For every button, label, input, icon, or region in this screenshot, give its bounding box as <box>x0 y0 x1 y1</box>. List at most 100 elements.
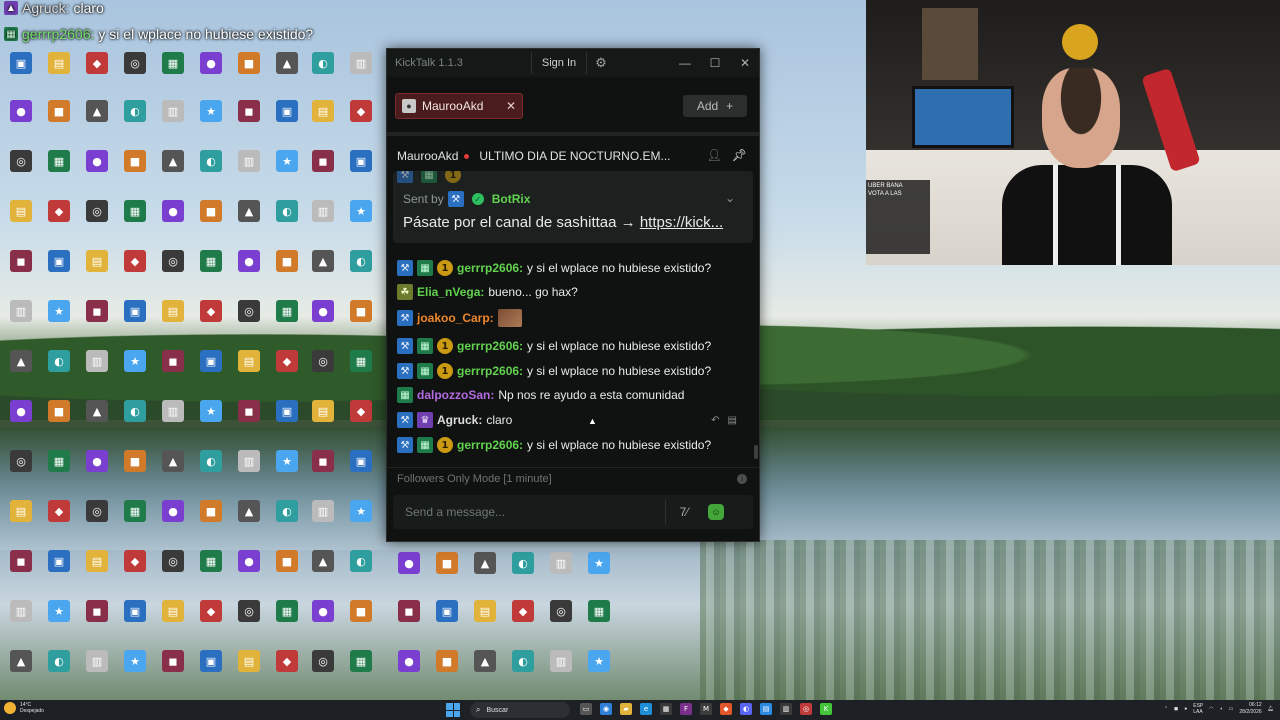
pinned-link[interactable]: https://kick... <box>640 214 723 231</box>
desktop-icon[interactable]: ▤ <box>4 200 38 222</box>
desktop-icon[interactable]: ▤ <box>80 250 114 272</box>
desktop-icon[interactable]: ▣ <box>42 550 76 572</box>
copy-icon[interactable]: ▤ <box>728 415 737 426</box>
desktop-icon[interactable]: ▣ <box>194 350 228 372</box>
desktop-icon[interactable]: ◼ <box>4 550 38 572</box>
reply-icon[interactable]: ↶ <box>711 415 719 426</box>
chat-message[interactable]: ⚒ ▦ 1 gerrrp2606: y si el wplace no hubiese … <box>397 360 751 382</box>
desktop-icon[interactable]: ◐ <box>118 400 152 422</box>
desktop-icon[interactable]: ■ <box>344 600 378 622</box>
desktop-icon[interactable]: ▲ <box>270 52 304 74</box>
desktop-icon[interactable]: ◼ <box>232 400 266 422</box>
desktop-icon[interactable]: ▥ <box>306 500 340 522</box>
edge-icon[interactable]: e <box>640 703 652 715</box>
desktop-icon[interactable]: ▣ <box>118 600 152 622</box>
chat-message[interactable]: ⚒ ♛ Agruck: claro ↶ ▤ <box>397 409 751 431</box>
desktop-icon[interactable]: ◼ <box>80 600 114 622</box>
app-tray-icon[interactable]: ◼ <box>1174 706 1178 712</box>
close-tab-icon[interactable]: ✕ <box>506 99 516 113</box>
desktop-icon[interactable]: ◆ <box>42 200 76 222</box>
desktop-icon[interactable]: ▲ <box>156 450 190 472</box>
desktop-icon[interactable]: ● <box>194 52 228 74</box>
desktop-icon[interactable]: ◐ <box>42 650 76 672</box>
desktop-icon[interactable]: ◆ <box>80 52 114 74</box>
desktop-icon[interactable]: ■ <box>344 300 378 322</box>
copilot-icon[interactable]: ◉ <box>600 703 612 715</box>
app-icon[interactable]: ▥ <box>780 703 792 715</box>
desktop-icon[interactable]: ● <box>80 150 114 172</box>
desktop-icon[interactable]: ● <box>392 650 426 672</box>
desktop-icon[interactable]: ▥ <box>544 552 578 574</box>
desktop-icon[interactable]: ★ <box>582 650 616 672</box>
desktop-icon[interactable]: ▤ <box>4 500 38 522</box>
desktop-icon[interactable]: ▦ <box>270 300 304 322</box>
desktop-icon[interactable]: ◎ <box>118 52 152 74</box>
desktop-icon[interactable]: ◎ <box>156 250 190 272</box>
desktop-icon[interactable]: ◆ <box>506 600 540 622</box>
app-icon[interactable]: ▤ <box>760 703 772 715</box>
language-indicator[interactable]: ESP LAA <box>1193 703 1203 715</box>
kick-icon[interactable]: K <box>820 703 832 715</box>
desktop-icon[interactable]: ▲ <box>156 150 190 172</box>
desktop-icon[interactable]: ◼ <box>156 650 190 672</box>
desktop-icon[interactable]: ◆ <box>270 650 304 672</box>
desktop-icon[interactable]: ▲ <box>4 650 38 672</box>
desktop-icon[interactable]: ▤ <box>42 52 76 74</box>
desktop-icon[interactable]: ▥ <box>544 650 578 672</box>
desktop-icon[interactable]: ▣ <box>270 100 304 122</box>
desktop-icon[interactable]: ◎ <box>232 300 266 322</box>
desktop-icon[interactable]: ▲ <box>4 350 38 372</box>
desktop-icon[interactable]: ▣ <box>194 650 228 672</box>
chevron-down-icon[interactable]: ⌄ <box>725 191 735 205</box>
chat-username[interactable]: gerrrp2606: <box>457 339 523 353</box>
desktop-icon[interactable]: ■ <box>430 552 464 574</box>
chat-message[interactable]: ⚒ ▦ 1 gerrrp2606: y si el wplace no hubiese … <box>397 434 751 456</box>
desktop-icon[interactable]: ● <box>4 400 38 422</box>
desktop-icon[interactable]: ▤ <box>156 600 190 622</box>
desktop-icon[interactable]: ▥ <box>4 300 38 322</box>
notification-bell-icon[interactable]: 🔔︎ <box>1268 706 1274 712</box>
chat-username[interactable]: gerrrp2606: <box>457 364 523 378</box>
desktop-icon[interactable]: ◼ <box>80 300 114 322</box>
desktop-icon[interactable]: ▦ <box>42 150 76 172</box>
desktop-icon[interactable]: ★ <box>194 400 228 422</box>
desktop-icon[interactable]: ◆ <box>344 100 378 122</box>
desktop-icon[interactable]: ● <box>306 300 340 322</box>
desktop-icon[interactable]: ◼ <box>4 250 38 272</box>
desktop-icon[interactable]: ◼ <box>306 450 340 472</box>
brave-icon[interactable]: ◆ <box>720 703 732 715</box>
desktop-icon[interactable]: ★ <box>270 450 304 472</box>
desktop-icon[interactable]: ■ <box>232 52 266 74</box>
desktop-icon[interactable]: ◎ <box>306 650 340 672</box>
desktop-icon[interactable]: ◐ <box>270 200 304 222</box>
user-icon[interactable]: 👤︎ <box>707 148 722 162</box>
desktop-icon[interactable]: ◼ <box>232 100 266 122</box>
desktop-icon[interactable]: ◎ <box>4 450 38 472</box>
desktop-icon[interactable]: ◐ <box>306 52 340 74</box>
app-icon[interactable]: ◎ <box>800 703 812 715</box>
chevron-up-icon[interactable]: ⌃ <box>1164 706 1168 712</box>
close-icon[interactable]: ✕ <box>735 53 755 73</box>
desktop-icon[interactable]: ★ <box>344 500 378 522</box>
desktop-icon[interactable]: ▦ <box>582 600 616 622</box>
desktop-icon[interactable]: ▲ <box>468 552 502 574</box>
desktop-icon[interactable]: ▤ <box>306 400 340 422</box>
desktop-icon[interactable]: ◆ <box>118 250 152 272</box>
desktop-icon[interactable]: ◼ <box>156 350 190 372</box>
desktop-icon[interactable]: ▲ <box>232 200 266 222</box>
desktop-icon[interactable]: ▥ <box>156 100 190 122</box>
desktop-icon[interactable]: ● <box>306 600 340 622</box>
desktop-icon[interactable]: ◆ <box>270 350 304 372</box>
desktop-icon[interactable]: ★ <box>270 150 304 172</box>
desktop-icon[interactable]: ▥ <box>232 450 266 472</box>
chat-message[interactable]: ⚒ joakoo_Carp: <box>397 307 751 329</box>
tab-maurooakd[interactable]: ● MaurooAkd ✕ <box>395 93 523 119</box>
desktop-icon[interactable]: ◎ <box>4 150 38 172</box>
desktop-icon[interactable]: ▦ <box>344 350 378 372</box>
desktop-icon[interactable]: ■ <box>118 150 152 172</box>
desktop-icon[interactable]: ▲ <box>306 550 340 572</box>
desktop-icon[interactable]: ▥ <box>232 150 266 172</box>
desktop-icon[interactable]: ▲ <box>232 500 266 522</box>
desktop-icon[interactable]: ▦ <box>270 600 304 622</box>
maximize-icon[interactable]: ☐ <box>705 53 725 73</box>
